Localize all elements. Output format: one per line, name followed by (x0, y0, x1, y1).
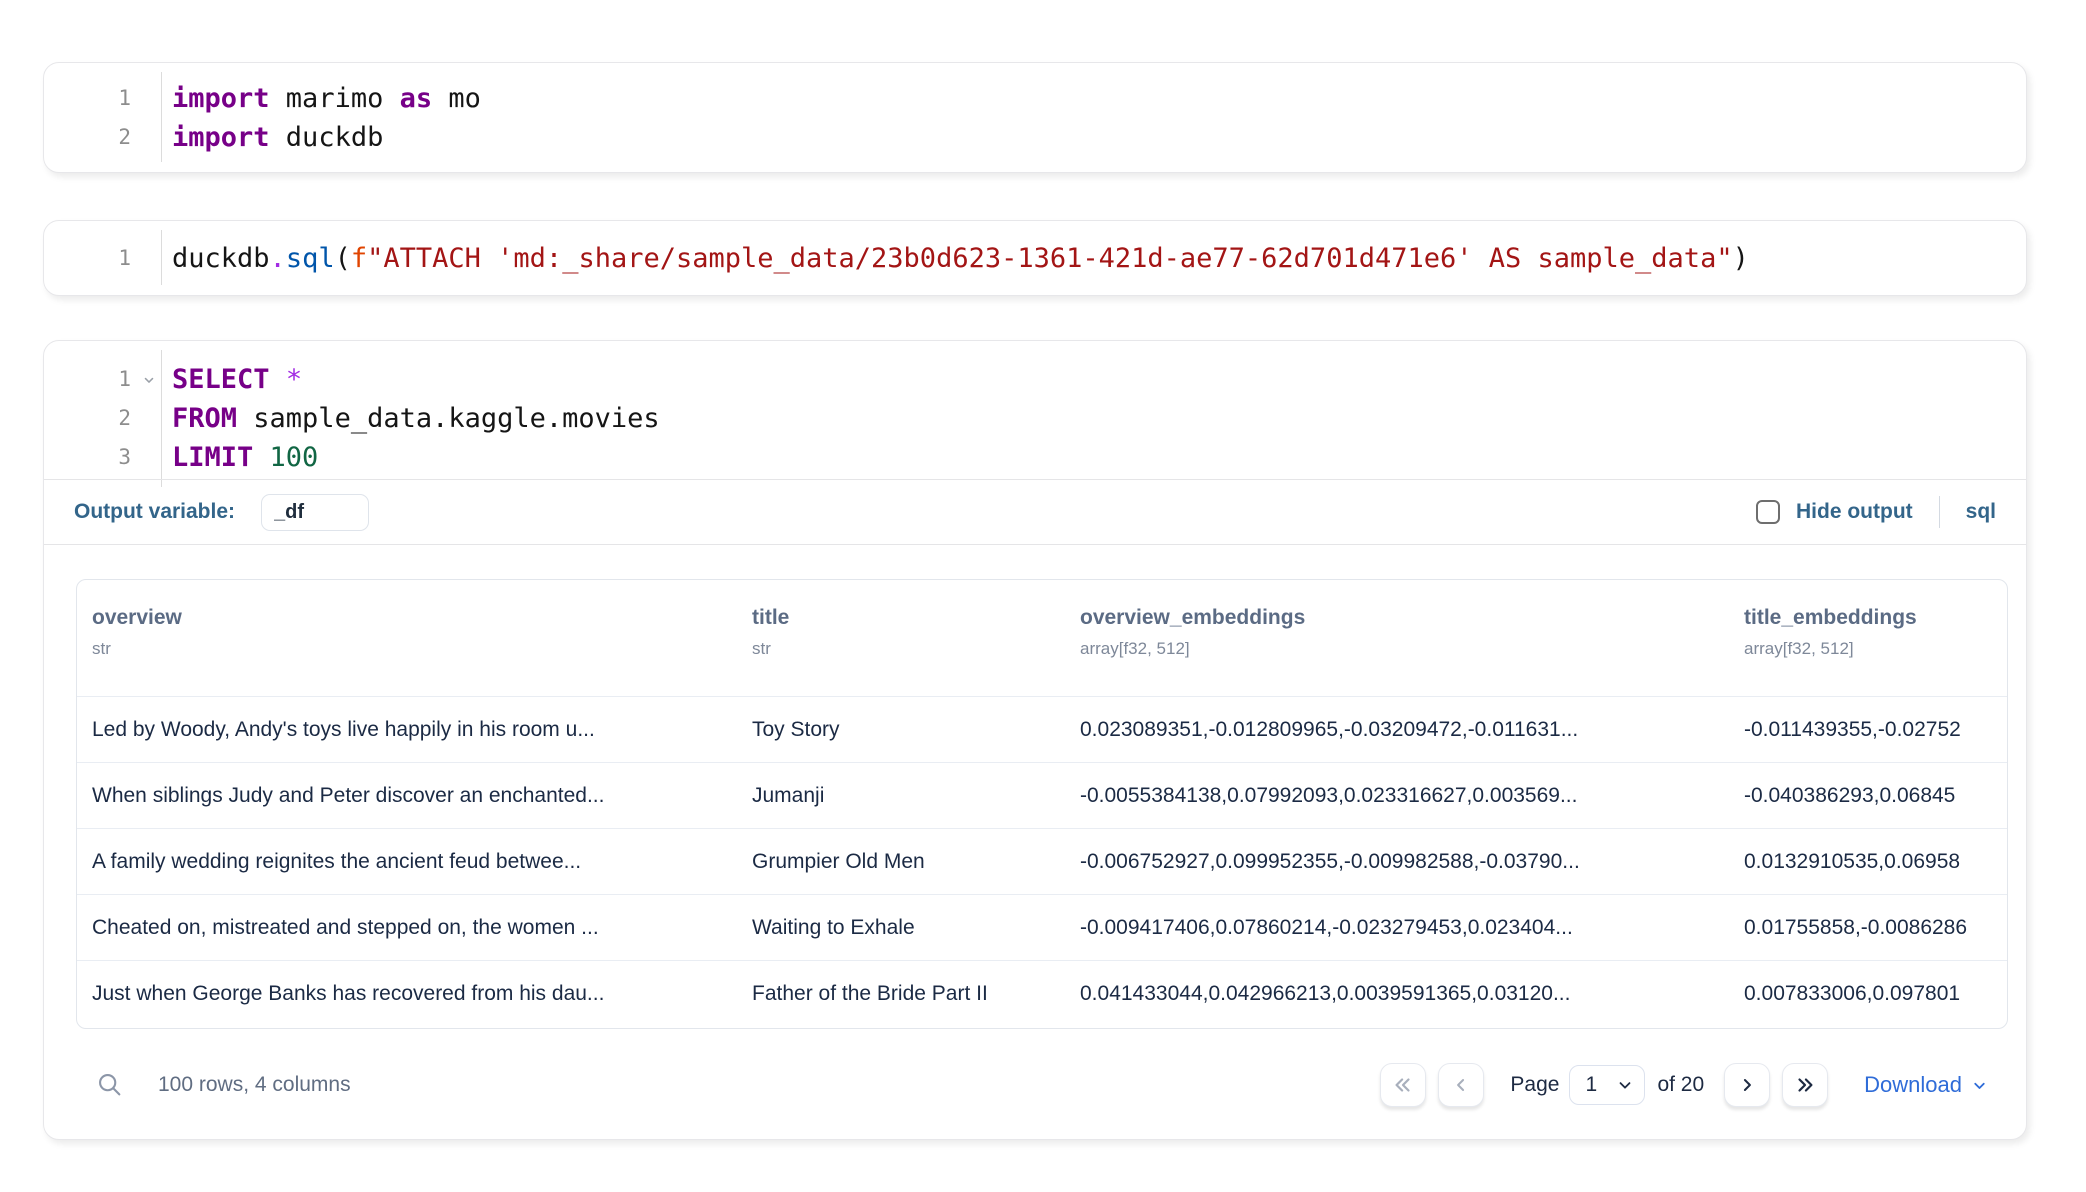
row-count-status: 100 rows, 4 columns (158, 1073, 351, 1097)
page-number-select[interactable]: 1 (1569, 1065, 1645, 1105)
code-editor[interactable]: 1duckdb.sql(f"ATTACH 'md:_share/sample_d… (44, 221, 2026, 294)
column-header-title[interactable]: title str (737, 580, 1065, 696)
line-number: 2 (44, 399, 161, 438)
table-row: A family wedding reignites the ancient f… (77, 829, 2007, 895)
table-footer: 100 rows, 4 columns Page 1 of 20 (44, 1029, 2026, 1141)
column-header-title_embeddings[interactable]: title_embeddings array[f32, 512] (1729, 580, 2007, 696)
download-button[interactable]: Download (1864, 1072, 1988, 1098)
table-header-row: overview str title str overview_embeddingsar… (77, 580, 2007, 697)
column-name: title_embeddings (1744, 606, 1992, 630)
table-row: When siblings Judy and Peter discover an… (77, 763, 2007, 829)
chevrons-right-icon (1794, 1074, 1816, 1096)
previous-page-button[interactable] (1438, 1063, 1484, 1107)
code-cell-imports: 1import marimo as mo2import duckdb (43, 62, 2027, 173)
pagination: Page 1 of 20 Download (1380, 1063, 1988, 1107)
page-number-value: 1 (1585, 1073, 1597, 1097)
table-row: Just when George Banks has recovered fro… (77, 961, 2007, 1027)
line-number: 1 (44, 360, 161, 399)
code-cell-attach: 1duckdb.sql(f"ATTACH 'md:_share/sample_d… (43, 220, 2027, 296)
table-cell: -0.011439355,-0.02752 (1729, 718, 2007, 742)
output-variable-bar: Output variable: Hide output sql (44, 479, 2026, 545)
table-cell: -0.0055384138,0.07992093,0.023316627,0.0… (1065, 784, 1729, 808)
table-cell: When siblings Judy and Peter discover an… (77, 784, 737, 808)
table-cell: A family wedding reignites the ancient f… (77, 850, 737, 874)
language-toggle-sql[interactable]: sql (1966, 500, 1996, 524)
table-cell: -0.009417406,0.07860214,-0.023279453,0.0… (1065, 916, 1729, 940)
code-editor[interactable]: 1SELECT *2FROM sample_data.kaggle.movies… (44, 341, 2026, 496)
chevron-down-icon (1616, 1076, 1634, 1094)
sql-cell: 1SELECT *2FROM sample_data.kaggle.movies… (43, 340, 2027, 1140)
next-page-button[interactable] (1724, 1063, 1770, 1107)
column-type: str (752, 639, 1050, 659)
first-page-button[interactable] (1380, 1063, 1426, 1107)
hide-output-checkbox[interactable] (1756, 500, 1780, 524)
fold-chevron-icon[interactable] (142, 373, 156, 387)
page-label: Page (1510, 1073, 1559, 1097)
column-name: title (752, 606, 1050, 630)
dataframe-table: overview str title str overview_embeddingsar… (76, 579, 2008, 1029)
line-number: 3 (44, 438, 161, 477)
column-header-overview_embeddings[interactable]: overview_embeddings array[f32, 512] (1065, 580, 1729, 696)
line-number: 2 (44, 118, 161, 157)
column-type: str (92, 639, 722, 659)
line-number: 1 (44, 79, 161, 118)
code-line: 3LIMIT 100 (44, 438, 2026, 477)
column-name: overview_embeddings (1080, 606, 1714, 630)
table-cell: 0.007833006,0.097801 (1729, 982, 2007, 1006)
table-cell: -0.006752927,0.099952355,-0.009982588,-0… (1065, 850, 1729, 874)
column-type: array[f32, 512] (1080, 639, 1714, 659)
table-body: Led by Woody, Andy's toys live happily i… (77, 697, 2007, 1027)
column-name: overview (92, 606, 722, 630)
column-header-overview[interactable]: overview str (77, 580, 737, 696)
download-label: Download (1864, 1072, 1962, 1098)
search-icon[interactable] (96, 1071, 124, 1099)
divider (1939, 496, 1940, 528)
table-row: Led by Woody, Andy's toys live happily i… (77, 697, 2007, 763)
column-type: array[f32, 512] (1744, 639, 1992, 659)
chevron-right-icon (1737, 1075, 1757, 1095)
table-cell: 0.041433044,0.042966213,0.0039591365,0.0… (1065, 982, 1729, 1006)
code-line: 2import duckdb (44, 118, 2026, 157)
page-total-label: of 20 (1657, 1073, 1704, 1097)
table-cell: 0.0132910535,0.06958 (1729, 850, 2007, 874)
table-cell: Led by Woody, Andy's toys live happily i… (77, 718, 737, 742)
table-row: Cheated on, mistreated and stepped on, t… (77, 895, 2007, 961)
table-cell: 0.023089351,-0.012809965,-0.03209472,-0.… (1065, 718, 1729, 742)
code-line: 1SELECT * (44, 360, 2026, 399)
code-editor[interactable]: 1import marimo as mo2import duckdb (44, 63, 2026, 171)
table-cell: Waiting to Exhale (737, 916, 1065, 940)
output-variable-input[interactable] (261, 494, 369, 531)
code-line: 1duckdb.sql(f"ATTACH 'md:_share/sample_d… (44, 239, 2026, 278)
last-page-button[interactable] (1782, 1063, 1828, 1107)
table-cell: -0.040386293,0.06845 (1729, 784, 2007, 808)
table-cell: Father of the Bride Part II (737, 982, 1065, 1006)
chevron-left-icon (1451, 1075, 1471, 1095)
output-variable-label: Output variable: (74, 500, 235, 524)
hide-output-label[interactable]: Hide output (1796, 500, 1913, 524)
table-cell: Just when George Banks has recovered fro… (77, 982, 737, 1006)
table-cell: Jumanji (737, 784, 1065, 808)
code-line: 1import marimo as mo (44, 79, 2026, 118)
table-cell: Grumpier Old Men (737, 850, 1065, 874)
chevrons-left-icon (1392, 1074, 1414, 1096)
table-cell: Cheated on, mistreated and stepped on, t… (77, 916, 737, 940)
chevron-down-icon (1971, 1077, 1988, 1094)
line-number: 1 (44, 239, 161, 278)
table-cell: 0.01755858,-0.0086286 (1729, 916, 2007, 940)
table-cell: Toy Story (737, 718, 1065, 742)
code-line: 2FROM sample_data.kaggle.movies (44, 399, 2026, 438)
